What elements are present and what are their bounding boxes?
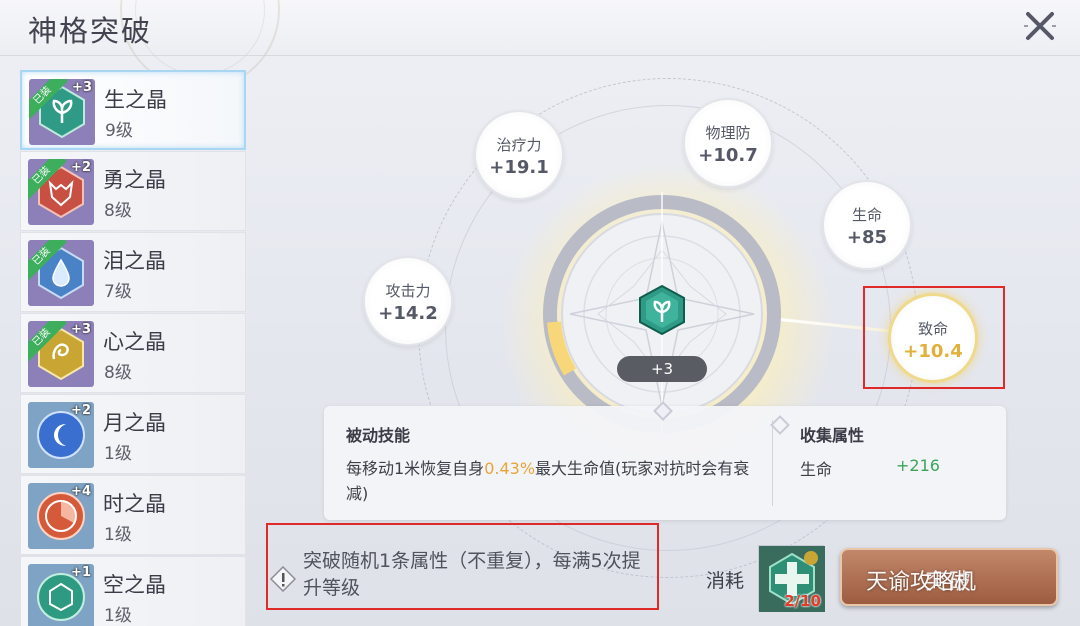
wolf-crystal-icon: 已装 +2 [28, 159, 94, 225]
plus-badge: +3 [72, 80, 92, 95]
collect-attr-title: 收集属性 [800, 426, 865, 445]
breakthrough-rule-text: 突破随机1条属性（不重复），每满5次提升等级 [303, 550, 641, 599]
collect-stat-name: 生命 [800, 460, 833, 479]
moon-crystal-icon: +2 [28, 402, 94, 468]
title-bar: 神格突破 [0, 0, 1080, 90]
stat-label: 生命 [851, 206, 882, 224]
crystal-item-life[interactable]: 已装 +3 生之晶 9级 [20, 70, 246, 150]
plus-badge: +2 [71, 160, 91, 175]
crystal-level: 9级 [105, 121, 133, 141]
crystal-name: 时之晶 [103, 492, 166, 516]
time-crystal-icon: +4 [28, 483, 94, 549]
watermark: 天谕攻略机 [866, 570, 977, 595]
crystal-item-courage[interactable]: 已装 +2 勇之晶 8级 [20, 151, 246, 231]
crystal-item-heart[interactable]: 已装 +3 心之晶 8级 [20, 313, 246, 393]
crystal-name: 空之晶 [103, 573, 166, 597]
stat-attack[interactable]: 攻击力 +14.2 [363, 256, 453, 346]
crystal-level: 1级 [104, 444, 132, 464]
page-title: 神格突破 [28, 14, 153, 48]
stat-value: +14.2 [378, 303, 438, 324]
stat-heal[interactable]: 治疗力 +19.1 [474, 110, 564, 200]
cost-label: 消耗 [706, 570, 745, 592]
crystal-level: 8级 [104, 363, 132, 383]
plus-badge: +1 [71, 565, 91, 580]
stat-value: +19.1 [489, 157, 549, 178]
leaf-crystal-icon: 已装 +3 [29, 79, 95, 145]
crystal-level: 7级 [104, 282, 132, 302]
stat-label: 物理防 [705, 124, 751, 142]
plus-badge: +3 [71, 322, 91, 337]
crystal-name: 泪之晶 [103, 249, 166, 273]
passive-skill-title: 被动技能 [346, 426, 411, 445]
stat-label: 治疗力 [496, 136, 542, 154]
passive-skill-text: 每移动1米恢复自身0.43%最大生命值(玩家对抗时会有衰减) [346, 456, 756, 506]
center-crystal [636, 284, 688, 336]
plus-badge: +4 [71, 484, 91, 499]
crystal-list: 已装 +3 生之晶 9级 已装 +2 勇之晶 8级 已装 泪之晶 7级 已装 +… [20, 70, 246, 626]
crystal-name: 勇之晶 [103, 168, 166, 192]
passive-text-highlight: 0.43% [484, 459, 536, 478]
cost-count: 2/10 [784, 592, 821, 610]
panel-divider [772, 420, 773, 506]
core-level-pill: +3 [617, 356, 707, 382]
plus-badge: +2 [71, 403, 91, 418]
stat-hp[interactable]: 生命 +85 [822, 180, 912, 270]
collect-stat-value: +216 [896, 456, 940, 475]
stat-physical-defense[interactable]: 物理防 +10.7 [683, 98, 773, 188]
close-button[interactable] [1020, 6, 1060, 46]
passive-text-part1: 每移动1米恢复自身 [346, 459, 485, 478]
crystal-level: 1级 [104, 606, 132, 626]
drop-crystal-icon: 已装 [28, 240, 94, 306]
warning-icon [269, 565, 297, 593]
crystal-item-moon[interactable]: +2 月之晶 1级 [20, 394, 246, 474]
crystal-item-time[interactable]: +4 时之晶 1级 [20, 475, 246, 555]
leaf-crystal-icon [639, 284, 685, 336]
crystal-item-tear[interactable]: 已装 泪之晶 7级 [20, 232, 246, 312]
crystal-name: 生之晶 [104, 88, 167, 112]
cost-material-slot[interactable]: 2/10 [758, 545, 825, 612]
crystal-level: 8级 [104, 201, 132, 221]
crystal-name: 心之晶 [103, 330, 166, 354]
space-crystal-icon: +1 [28, 564, 94, 626]
crystal-name: 月之晶 [103, 411, 166, 435]
highlight-frame-crit [863, 286, 1005, 389]
close-icon [1024, 12, 1056, 40]
heart-crystal-icon: 已装 +3 [28, 321, 94, 387]
stat-label: 攻击力 [385, 282, 431, 300]
crystal-item-space[interactable]: +1 空之晶 1级 [20, 556, 246, 626]
stat-value: +85 [846, 227, 888, 248]
stat-value: +10.7 [698, 145, 758, 166]
crystal-level: 1级 [104, 525, 132, 545]
